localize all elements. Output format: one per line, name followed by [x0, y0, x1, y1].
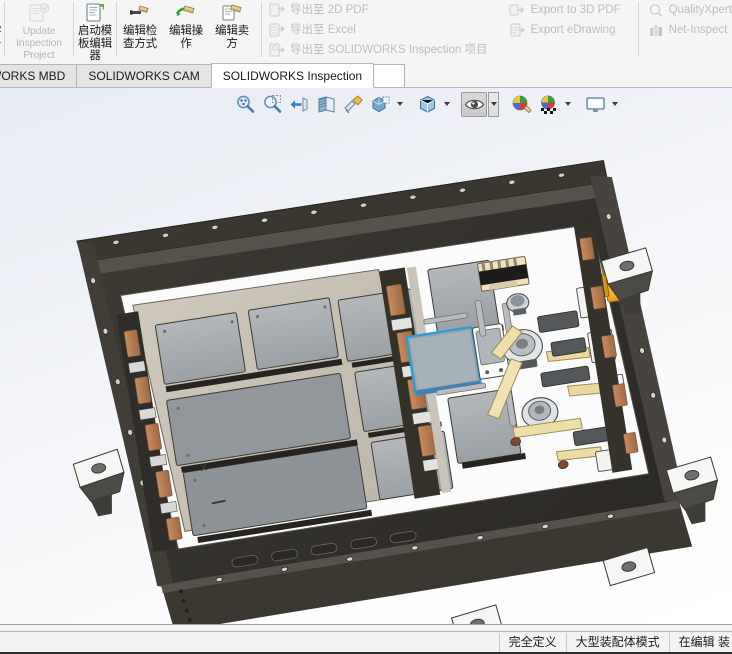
export-2d-pdf-icon — [269, 2, 285, 18]
edit-inspection-method-icon — [128, 2, 152, 24]
edit-operation-label: 编辑操作 — [169, 25, 203, 50]
edit-inspection-method-label: 编辑检查方式 — [123, 25, 157, 50]
edit-appearance-button[interactable] — [508, 92, 534, 117]
ribbon-divider — [637, 2, 639, 57]
view-settings-button[interactable] — [582, 92, 608, 117]
apply-scene-dropdown[interactable] — [562, 92, 573, 117]
export-2d-pdf-label: 导出至 2D PDF — [290, 4, 369, 16]
section-view-button[interactable] — [313, 92, 339, 117]
ribbon-group-integration: QualityXpert Net-Inspect — [645, 0, 732, 62]
edit-operation-icon — [174, 2, 198, 24]
view-orientation-dropdown[interactable] — [441, 92, 452, 117]
status-divider — [0, 624, 732, 632]
export-edrawing-icon — [509, 22, 526, 38]
view-settings-icon — [585, 94, 606, 115]
net-inspect-icon — [648, 22, 664, 38]
export-edrawing-button[interactable]: Export eDrawing — [506, 20, 625, 40]
export-3d-pdf-icon — [509, 2, 525, 18]
update-inspection-project-label: Update Inspection Project — [16, 25, 62, 61]
export-excel-label: 导出至 Excel — [290, 24, 356, 36]
status-fully-defined: 完全定义 — [498, 633, 566, 652]
export-edrawing-label: Export eDrawing — [530, 24, 616, 36]
export-excel-icon — [269, 22, 285, 38]
apply-scene-icon — [538, 94, 559, 115]
view-orientation-button[interactable] — [414, 92, 440, 117]
tab-solidworks-mbd[interactable]: SOLIDWORKS MBD — [0, 64, 78, 88]
export-excel-button[interactable]: 导出至 Excel — [266, 20, 492, 40]
ribbon-group-export: 导出至 2D PDF 导出至 Excel 导出至 SOLIDWORKS Insp… — [266, 0, 492, 62]
previous-view-icon — [289, 94, 310, 115]
zoom-to-fit-button[interactable] — [232, 92, 258, 117]
view-toolbar — [232, 90, 620, 118]
tab-solidworks-inspection[interactable]: SOLIDWORKS Inspection — [210, 63, 375, 88]
select-balloon-label: 择零 序号 — [0, 25, 1, 50]
update-inspection-project-icon — [27, 2, 51, 24]
section-view-icon — [316, 94, 337, 115]
view-orientation-paint-button[interactable] — [340, 92, 366, 117]
display-style-button[interactable] — [367, 92, 393, 117]
launch-template-editor-button[interactable]: 启动模板编辑器 — [74, 0, 116, 62]
export-2d-pdf-button[interactable]: 导出至 2D PDF — [266, 0, 492, 20]
export-inspection-project-icon — [269, 42, 285, 58]
zoom-to-area-icon — [262, 94, 283, 115]
export-inspection-project-label: 导出至 SOLIDWORKS Inspection 项目 — [290, 44, 488, 56]
hide-show-items-dropdown[interactable] — [488, 91, 499, 117]
command-manager-tabstrip: SOLIDWORKS MBD SOLIDWORKS CAM SOLIDWORKS… — [0, 62, 732, 88]
edit-vendor-icon — [220, 2, 244, 24]
qualityxpert-icon — [648, 2, 664, 18]
tab-solidworks-cam[interactable]: SOLIDWORKS CAM — [76, 64, 212, 88]
hide-show-items-icon — [464, 94, 485, 115]
qualityxpert-label: QualityXpert — [668, 4, 732, 16]
view-orientation-icon — [417, 94, 438, 115]
zoom-to-fit-icon — [235, 94, 256, 115]
update-inspection-project-button[interactable]: Update Inspection Project — [5, 0, 73, 61]
launch-template-editor-label: 启动模板编辑器 — [78, 25, 112, 62]
net-inspect-button[interactable]: Net-Inspect — [645, 20, 732, 40]
hide-show-items-button[interactable] — [461, 91, 487, 117]
view-orientation-paint-icon — [343, 94, 364, 115]
display-style-dropdown[interactable] — [394, 92, 405, 117]
select-balloon-icon: 1 — [0, 2, 2, 24]
export-inspection-project-button[interactable]: 导出至 SOLIDWORKS Inspection 项目 — [266, 40, 492, 60]
apply-scene-button[interactable] — [535, 92, 561, 117]
edit-vendor-label: 编辑卖方 — [215, 25, 249, 50]
tab-overflow[interactable] — [373, 64, 406, 88]
model-3d-electrical-enclosure[interactable] — [0, 88, 732, 624]
status-area: 完全定义 大型装配体模式 在编辑 装 — [0, 624, 732, 654]
launch-template-editor-icon — [83, 2, 107, 24]
net-inspect-label: Net-Inspect — [668, 24, 728, 36]
previous-view-button[interactable] — [286, 92, 312, 117]
ribbon-bar: 1 择零 序号 — [0, 0, 732, 62]
status-editing-assembly: 在编辑 装 — [668, 633, 732, 652]
export-3d-pdf-label: Export to 3D PDF — [530, 4, 621, 16]
zoom-to-area-button[interactable] — [259, 92, 285, 117]
graphics-viewport[interactable] — [0, 88, 732, 624]
edit-appearance-icon — [511, 94, 532, 115]
ribbon-divider — [261, 2, 262, 57]
qualityxpert-button[interactable]: QualityXpert — [645, 0, 732, 20]
edit-operation-button[interactable]: 编辑操作 — [163, 0, 209, 60]
ribbon-group-inspection-main: 1 择零 序号 — [0, 0, 255, 62]
ribbon-group-export-2: Export to 3D PDF Export eDrawing — [506, 0, 625, 62]
solidworks-window: 1 择零 序号 — [0, 0, 732, 654]
status-large-assembly-mode: 大型装配体模式 — [565, 633, 669, 652]
export-3d-pdf-button[interactable]: Export to 3D PDF — [506, 0, 625, 20]
display-style-icon — [370, 94, 391, 115]
edit-inspection-method-button[interactable]: 编辑检查方式 — [117, 0, 163, 60]
view-settings-dropdown[interactable] — [609, 92, 620, 117]
status-bar: 完全定义 大型装配体模式 在编辑 装 — [0, 633, 732, 654]
edit-vendor-button[interactable]: 编辑卖方 — [209, 0, 255, 60]
